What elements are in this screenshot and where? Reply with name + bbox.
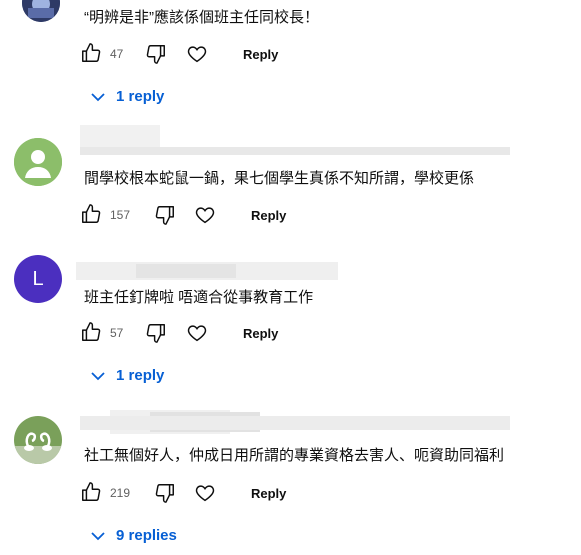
like-icon[interactable] [80, 321, 102, 343]
like-count: 219 [110, 486, 131, 500]
reply-button[interactable]: Reply [243, 326, 278, 341]
view-replies-button[interactable]: 1 reply [90, 88, 164, 105]
comment-text: 班主任釘牌啦 唔適合從事教育工作 [84, 289, 314, 306]
heart-icon[interactable] [186, 43, 208, 65]
dislike-icon[interactable] [154, 482, 176, 504]
redacted-username [80, 125, 510, 155]
view-replies-button[interactable]: 1 reply [90, 367, 164, 384]
heart-icon[interactable] [186, 322, 208, 344]
redacted-username [76, 262, 338, 280]
avatar-image [22, 0, 60, 22]
reply-button[interactable]: Reply [251, 208, 286, 223]
avatar-image [14, 416, 62, 464]
avatar[interactable] [14, 416, 62, 464]
replies-label: 1 reply [116, 367, 165, 384]
chevron-down-icon [90, 368, 106, 384]
like-icon[interactable] [80, 42, 102, 64]
heart-icon[interactable] [194, 482, 216, 504]
comment-text: “明辨是非”應該係個班主任同校長！ [84, 9, 319, 26]
default-user-icon [14, 138, 62, 186]
avatar[interactable]: L [14, 255, 62, 303]
replies-label: 1 reply [116, 88, 165, 105]
comment-text: 間學校根本蛇鼠一鍋，果七個學生真係不知所謂，學校更係 [84, 170, 475, 187]
reply-button[interactable]: Reply [251, 486, 286, 501]
like-icon[interactable] [80, 203, 102, 225]
replies-label: 9 replies [116, 527, 177, 544]
view-replies-button[interactable]: 9 replies [90, 527, 177, 544]
dislike-icon[interactable] [145, 322, 167, 344]
redacted-username [80, 410, 510, 434]
avatar[interactable] [14, 138, 62, 186]
comment-text: 社工無個好人，仲成日用所謂的專業資格去害人、呃資助同福利 [84, 447, 505, 464]
chevron-down-icon [90, 89, 106, 105]
like-icon[interactable] [80, 481, 102, 503]
avatar-letter: L [32, 267, 44, 290]
reply-button[interactable]: Reply [243, 47, 278, 62]
like-count: 57 [110, 326, 124, 340]
like-count: 157 [110, 208, 131, 222]
dislike-icon[interactable] [145, 43, 167, 65]
like-count: 47 [110, 47, 124, 61]
chevron-down-icon [90, 528, 106, 544]
avatar[interactable] [22, 0, 60, 22]
heart-icon[interactable] [194, 204, 216, 226]
dislike-icon[interactable] [154, 204, 176, 226]
